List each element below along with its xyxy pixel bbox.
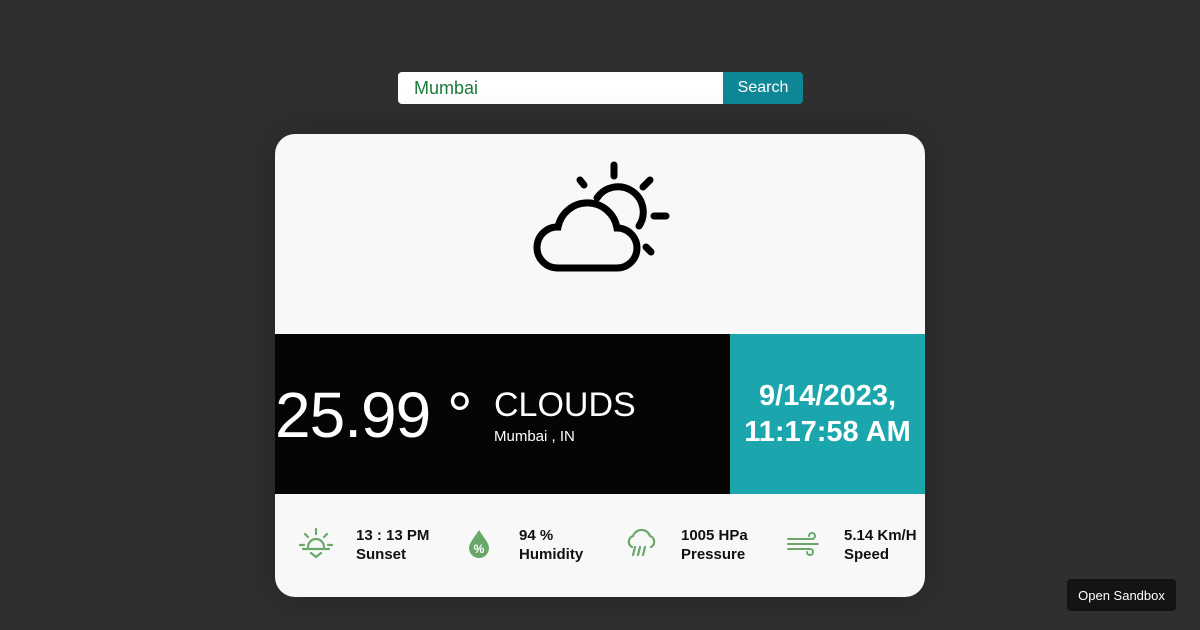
weather-icon-area xyxy=(275,134,925,334)
search-button[interactable]: Search xyxy=(723,72,803,104)
pressure-value: 1005 HPa xyxy=(681,527,748,544)
weather-summary: 25.99 ° CLOUDS Mumbai , IN 9/14/2023, 11… xyxy=(275,334,925,494)
humidity-label: Humidity xyxy=(519,546,584,563)
datetime-panel: 9/14/2023, 11:17:58 AM xyxy=(730,334,925,494)
temperature-panel: 25.99 ° CLOUDS Mumbai , IN xyxy=(275,334,730,494)
weather-location: Mumbai , IN xyxy=(494,428,575,445)
pressure-label: Pressure xyxy=(681,546,746,563)
time-text: 11:17:58 AM xyxy=(744,416,911,448)
weather-card: 25.99 ° CLOUDS Mumbai , IN 9/14/2023, 11… xyxy=(275,134,925,597)
humidity-icon: % xyxy=(469,530,489,558)
pressure-icon xyxy=(627,528,656,557)
wind-icon xyxy=(787,532,819,556)
weather-stats: 13 : 13 PM Sunset % 94 % Humidity 1005 H… xyxy=(275,494,925,597)
sunset-icon xyxy=(299,527,333,559)
open-sandbox-button[interactable]: Open Sandbox xyxy=(1067,579,1176,611)
sunset-label: Sunset xyxy=(356,546,407,563)
partly-cloudy-icon xyxy=(533,161,670,272)
sunset-value: 13 : 13 PM xyxy=(356,527,430,544)
humidity-value: 94 % xyxy=(519,527,554,544)
wind-label: Speed xyxy=(844,546,890,563)
svg-text:%: % xyxy=(474,542,485,556)
weather-condition: CLOUDS xyxy=(494,386,636,424)
date-text: 9/14/2023, xyxy=(758,380,897,412)
wind-value: 5.14 Km/H xyxy=(844,527,917,544)
city-search-input[interactable] xyxy=(398,72,723,104)
search-bar: Search xyxy=(398,72,803,104)
temperature-value: 25.99 ° xyxy=(275,379,473,451)
